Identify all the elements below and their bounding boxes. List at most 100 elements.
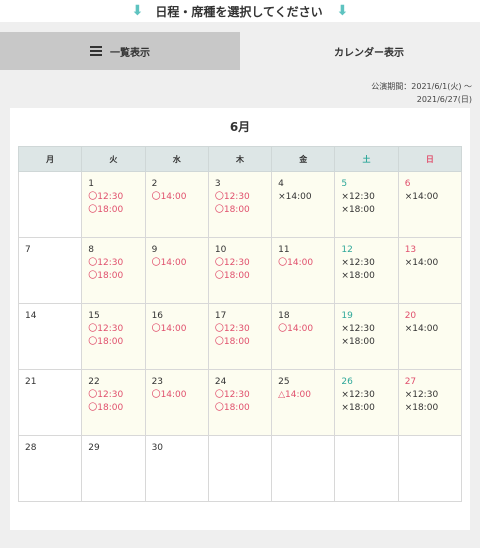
day-number: 22 [88, 377, 100, 387]
tab-calendar-label: カレンダー表示 [334, 47, 404, 59]
calendar-day-cell[interactable]: 3 〇12:30 〇18:00 [207, 171, 273, 238]
tab-list-view[interactable]: 一覧表示 [0, 32, 240, 70]
calendar-day-cell: 30 [144, 435, 209, 502]
calendar-day-cell[interactable]: 17 〇12:30 〇18:00 [207, 303, 273, 370]
calendar-day-cell[interactable]: 20 ×14:00 [397, 303, 463, 370]
calendar-day-cell[interactable]: 12 ×12:30 ×18:00 [334, 237, 399, 304]
day-number: 4 [278, 179, 284, 189]
day-number: 1 [88, 179, 95, 189]
day-number: 23 [151, 377, 164, 387]
calendar-day-cell: 21 [17, 369, 83, 436]
performance-slot[interactable]: 〇14:00 [278, 257, 334, 270]
day-number: 19 [341, 311, 353, 321]
performance-slot[interactable]: 〇12:30 [215, 389, 271, 402]
performance-slot[interactable]: 〇12:30 [88, 191, 144, 204]
calendar-day-cell[interactable]: 22 〇12:30 〇18:00 [81, 369, 146, 436]
calendar-day-cell [17, 171, 83, 238]
day-number: 16 [151, 311, 164, 321]
performance-slot: ×12:30 [341, 192, 375, 202]
day-number: 20 [404, 311, 417, 321]
day-number: 14 [25, 311, 37, 321]
day-number: 7 [25, 245, 31, 255]
performance-slot[interactable]: 〇18:00 [215, 204, 271, 217]
calendar-day-cell[interactable]: 6 ×14:00 [397, 171, 463, 238]
performance-slot[interactable]: 〇12:30 [88, 389, 144, 402]
performance-slot[interactable]: 〇12:30 [88, 257, 144, 270]
calendar-day-cell[interactable]: 27 ×12:30 ×18:00 [397, 369, 463, 436]
performance-slot[interactable]: 〇12:30 [215, 323, 271, 336]
day-number: 9 [151, 245, 158, 255]
period-line-1: 公演期間：2021/6/1(火) 〜 [371, 82, 472, 91]
tab-calendar-view[interactable]: カレンダー表示 [240, 32, 480, 70]
weekday-header: 土 [334, 146, 399, 172]
calendar-day-cell[interactable]: 25 △14:00 [271, 369, 336, 436]
day-number: 27 [404, 377, 417, 387]
performance-slot[interactable]: 〇14:00 [278, 323, 334, 336]
period-line-2: 2021/6/27(日) [416, 95, 472, 104]
month-title: 6月 [229, 120, 251, 134]
calendar-day-cell[interactable]: 26 ×12:30 ×18:00 [334, 369, 399, 436]
performance-slot[interactable]: 〇14:00 [152, 191, 208, 204]
performance-slot[interactable]: 〇12:30 [215, 257, 271, 270]
calendar-day-cell[interactable]: 23 〇14:00 [144, 369, 209, 436]
performance-slot[interactable]: 〇18:00 [215, 336, 271, 349]
performance-slot[interactable]: 〇14:00 [152, 257, 208, 270]
calendar-day-cell [334, 435, 399, 502]
calendar-day-cell[interactable]: 8 〇12:30 〇18:00 [81, 237, 146, 304]
performance-slot[interactable]: 〇12:30 [215, 191, 271, 204]
weekday-header-row: 月火水木金土日 [17, 146, 463, 172]
calendar-day-cell[interactable]: 16 〇14:00 [144, 303, 209, 370]
performance-slot[interactable]: 〇18:00 [88, 204, 144, 217]
performance-slot[interactable]: 〇14:00 [152, 323, 208, 336]
performance-slot[interactable]: 〇18:00 [88, 402, 144, 415]
performance-slot[interactable]: 〇12:30 [88, 323, 144, 336]
calendar-day-cell[interactable]: 1 〇12:30 〇18:00 [81, 171, 146, 238]
calendar-day-cell[interactable]: 10 〇12:30 〇18:00 [207, 237, 273, 304]
performance-slot[interactable]: 〇18:00 [215, 270, 271, 283]
day-number: 6 [404, 179, 411, 189]
day-number: 13 [404, 245, 417, 255]
list-icon [90, 46, 102, 56]
performance-slot: ×18:00 [341, 205, 375, 215]
calendar-day-cell[interactable]: 18 〇14:00 [271, 303, 336, 370]
performance-slot: ×12:30 [341, 324, 375, 334]
performance-slot[interactable]: 〇18:00 [215, 402, 271, 415]
day-number: 3 [214, 179, 221, 189]
day-number: 8 [88, 245, 95, 255]
instruction-text: 日程・席種を選択してください [155, 4, 323, 19]
weekday-header: 木 [207, 146, 273, 172]
day-number: 29 [88, 443, 100, 453]
calendar-day-cell[interactable]: 2 〇14:00 [144, 171, 209, 238]
calendar-day-cell [397, 435, 463, 502]
weekday-header: 金 [271, 146, 336, 172]
day-number: 25 [278, 377, 290, 387]
day-number: 10 [214, 245, 227, 255]
calendar-day-cell [271, 435, 336, 502]
day-number: 2 [151, 179, 158, 189]
calendar-day-cell[interactable]: 24 〇12:30 〇18:00 [207, 369, 273, 436]
performance-slot[interactable]: 〇14:00 [152, 389, 208, 402]
day-number: 26 [341, 377, 353, 387]
view-tabs: 一覧表示 カレンダー表示 [0, 32, 480, 70]
calendar-day-cell: 28 [17, 435, 83, 502]
calendar-table: 月火水木金土日 1 〇12:30 〇18:00 2 〇14:00 3 〇12:30 〇18:0… [17, 146, 463, 502]
calendar-day-cell[interactable]: 9 〇14:00 [144, 237, 209, 304]
performance-slot[interactable]: 〇18:00 [88, 336, 144, 349]
performance-slot: ×14:00 [404, 258, 439, 268]
performance-slot[interactable]: 〇18:00 [88, 270, 144, 283]
performance-slot: ×18:00 [341, 403, 375, 413]
performance-slot: ×18:00 [404, 403, 439, 413]
calendar-day-cell[interactable]: 15 〇12:30 〇18:00 [81, 303, 146, 370]
calendar-day-cell[interactable]: 19 ×12:30 ×18:00 [334, 303, 399, 370]
day-number: 12 [341, 245, 353, 255]
calendar-day-cell: 14 [17, 303, 83, 370]
instruction-banner: ⬇ 日程・席種を選択してください ⬇ [0, 0, 480, 22]
calendar-day-cell[interactable]: 13 ×14:00 [397, 237, 463, 304]
performance-slot[interactable]: △14:00 [278, 389, 334, 402]
calendar-day-cell[interactable]: 11 〇14:00 [271, 237, 336, 304]
calendar-day-cell[interactable]: 4 ×14:00 [271, 171, 336, 238]
calendar-day-cell[interactable]: 5 ×12:30 ×18:00 [334, 171, 399, 238]
performance-slot: ×12:30 [341, 258, 375, 268]
day-number: 21 [25, 377, 37, 387]
day-number: 24 [214, 377, 227, 387]
